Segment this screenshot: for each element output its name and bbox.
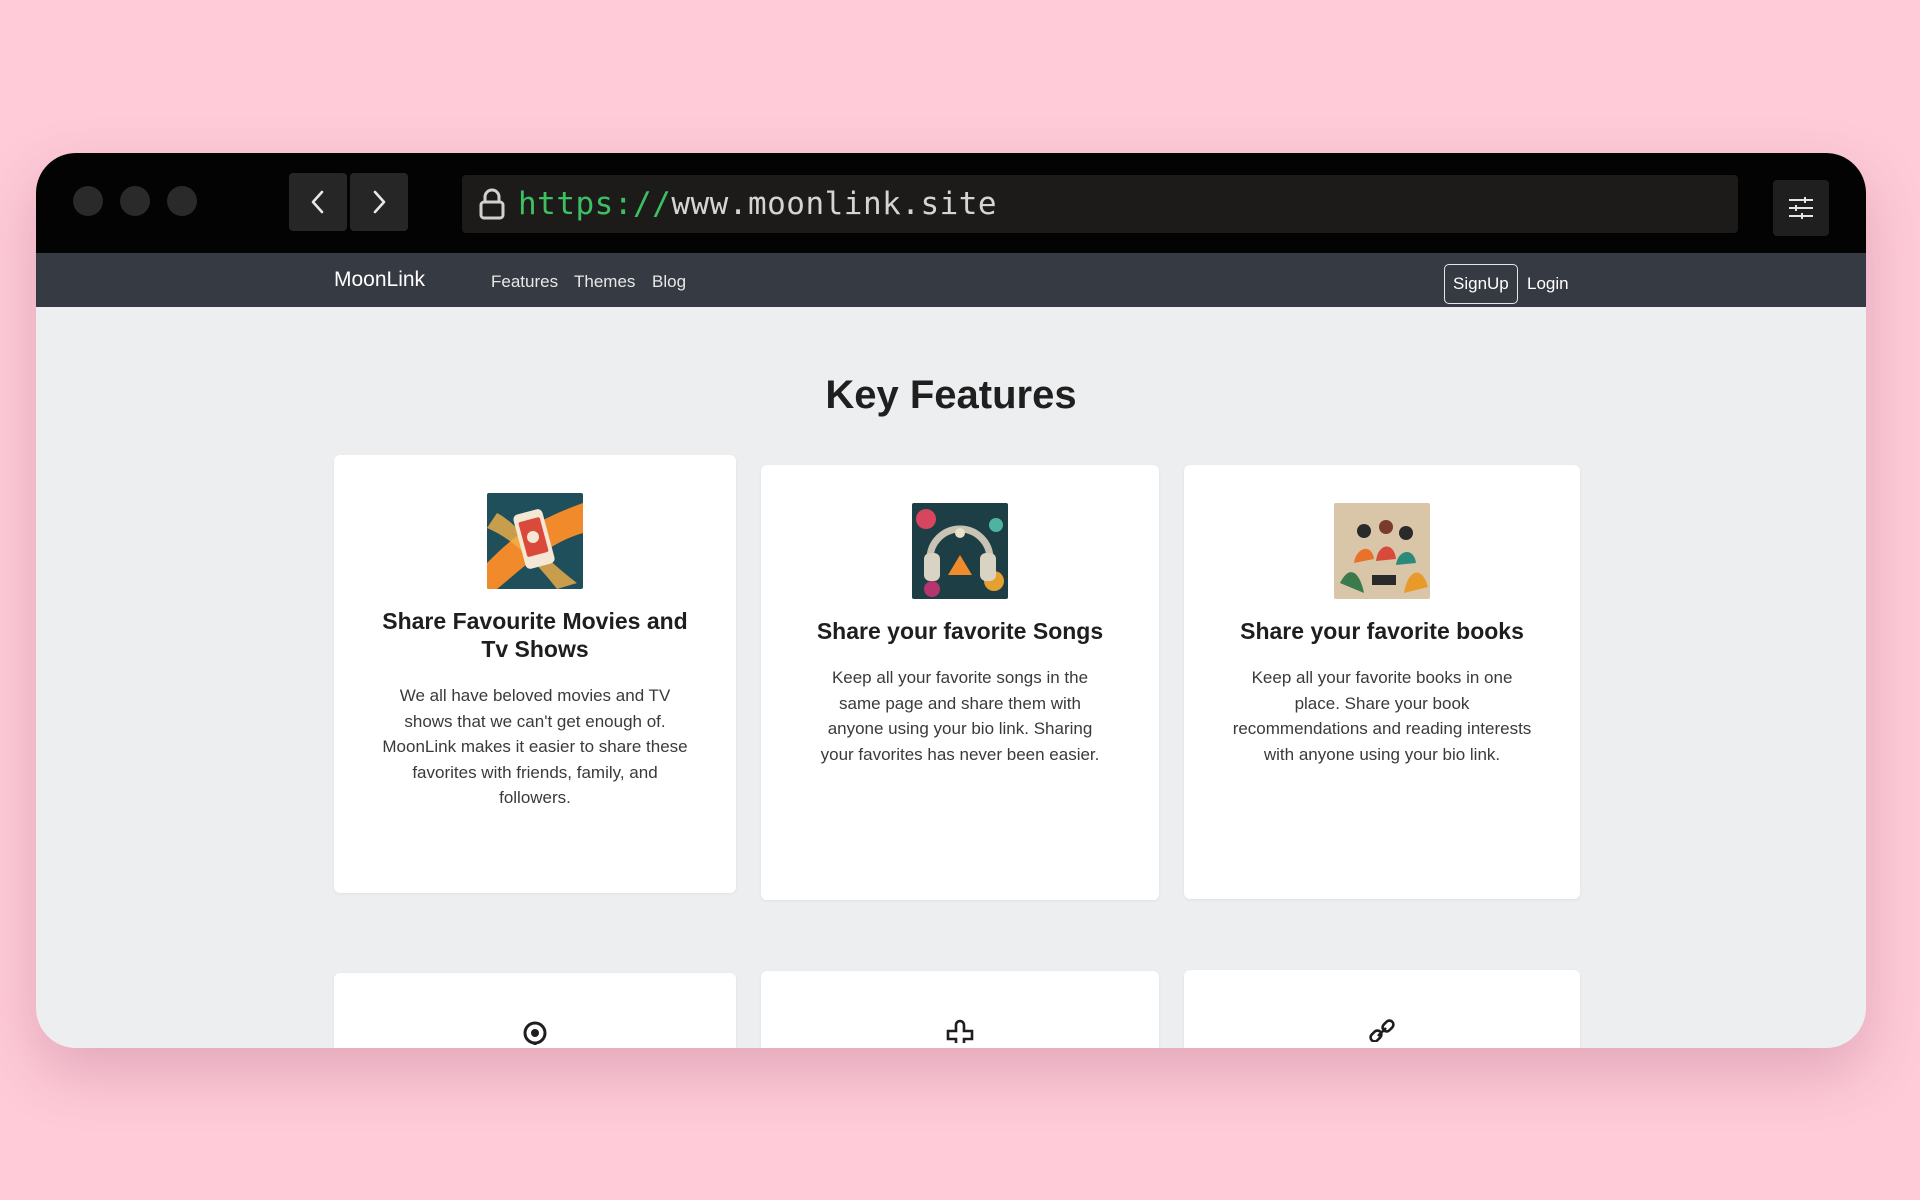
section-heading: Key Features: [825, 373, 1077, 417]
card-description: Keep all your favorite songs in the same…: [820, 668, 1100, 764]
feature-card-songs: Share your favorite Songs Keep all your …: [761, 465, 1159, 900]
url-protocol: https://: [518, 186, 672, 222]
nav-link-blog[interactable]: Blog: [652, 272, 686, 292]
url-text: https://www.moonlink.site: [518, 186, 997, 222]
window-minimize-dot[interactable]: [120, 186, 150, 216]
card-title: Share your favorite Songs: [816, 618, 1104, 644]
card-description: We all have beloved movies and TV shows …: [382, 686, 688, 807]
movies-phone-illustration: [487, 493, 583, 589]
link-icon: [1364, 1016, 1400, 1042]
browser-titlebar: https://www.moonlink.site: [36, 153, 1866, 253]
window-close-dot[interactable]: [73, 186, 103, 216]
card-title: Share Favourite Movies and Tv Shows: [382, 608, 688, 662]
feature-card-lower-1: [334, 973, 736, 1048]
card-description: Keep all your favorite books in one plac…: [1232, 668, 1532, 764]
nav-link-features[interactable]: Features: [491, 272, 558, 292]
login-link[interactable]: Login: [1527, 274, 1569, 294]
feature-card-books: Share your favorite books Keep all your …: [1184, 465, 1580, 899]
readers-illustration: [1334, 503, 1430, 599]
address-bar[interactable]: https://www.moonlink.site: [462, 175, 1738, 233]
back-button[interactable]: [289, 173, 347, 231]
forward-button[interactable]: [350, 173, 408, 231]
site-navbar: MoonLink Features Themes Blog SignUp Log…: [36, 253, 1866, 307]
settings-button[interactable]: [1773, 180, 1829, 236]
sliders-icon: [1789, 197, 1813, 219]
signup-button[interactable]: SignUp: [1444, 264, 1518, 304]
features-section: Key Features Share Favourite Movies and …: [36, 307, 1866, 1048]
lock-icon: [476, 186, 508, 222]
browser-window: https://www.moonlink.site MoonLink Featu…: [36, 153, 1866, 1048]
feature-card-lower-2: [761, 971, 1159, 1048]
nav-link-themes[interactable]: Themes: [574, 272, 635, 292]
brand-logo[interactable]: MoonLink: [334, 268, 425, 292]
feature-card-lower-3: [1184, 970, 1580, 1048]
chevron-left-icon: [311, 190, 324, 214]
url-host: www.moonlink.site: [671, 186, 998, 222]
podcast-icon: [517, 1019, 553, 1045]
chevron-right-icon: [373, 190, 386, 214]
headphones-illustration: [912, 503, 1008, 599]
feature-card-movies: Share Favourite Movies and Tv Shows We a…: [334, 455, 736, 893]
window-maximize-dot[interactable]: [167, 186, 197, 216]
puzzle-icon: [942, 1017, 978, 1043]
card-title: Share your favorite books: [1240, 618, 1524, 644]
